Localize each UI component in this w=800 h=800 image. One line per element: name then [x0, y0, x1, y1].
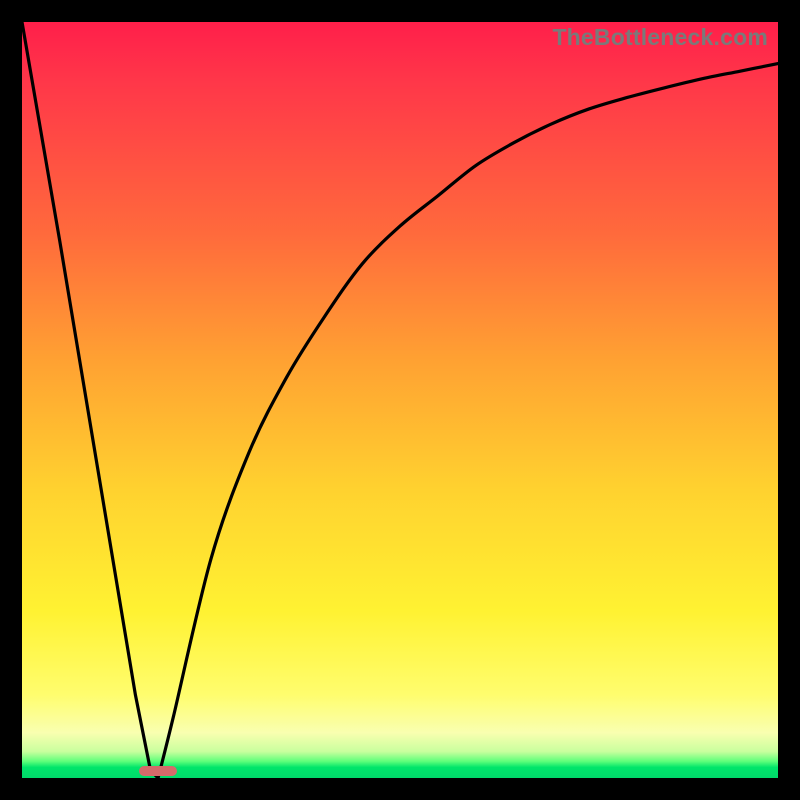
optimal-marker — [139, 766, 177, 776]
plot-area: TheBottleneck.com — [22, 22, 778, 778]
curve-svg — [22, 22, 778, 778]
chart-frame: TheBottleneck.com — [0, 0, 800, 800]
bottleneck-curve — [22, 22, 778, 778]
